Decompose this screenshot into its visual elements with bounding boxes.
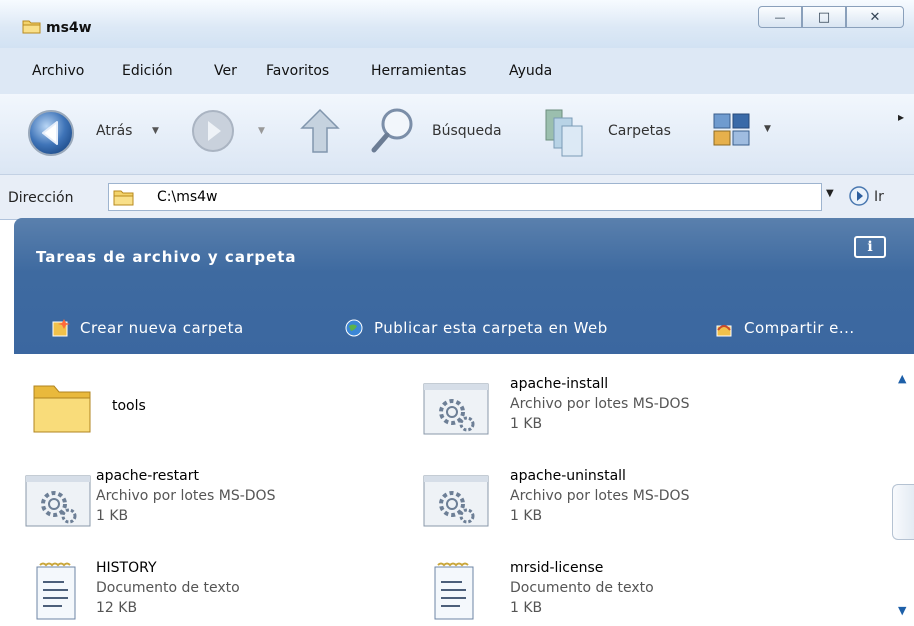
file-name: apache-install	[510, 376, 609, 392]
scroll-down-icon[interactable]: ▼	[898, 604, 906, 617]
views-dropdown-icon: ▼	[764, 124, 771, 134]
address-dropdown-icon[interactable]: ▼	[826, 188, 834, 199]
forward-dropdown-icon[interactable]: ▼	[258, 126, 265, 136]
list-item-mrsid-license[interactable]: mrsid-license Documento de texto 1 KB	[432, 560, 792, 626]
file-type: Documento de texto	[510, 580, 654, 596]
menu-archivo[interactable]: Archivo	[32, 63, 84, 79]
close-icon: ✕	[869, 9, 881, 25]
vertical-scrollbar[interactable]: ▲ ▼	[892, 354, 914, 623]
folder-icon	[22, 17, 42, 39]
new-folder-icon	[52, 319, 70, 337]
task-pane-title: Tareas de archivo y carpeta	[36, 248, 297, 266]
file-size: 1 KB	[510, 508, 543, 524]
globe-icon	[345, 319, 363, 337]
window-controls: — □ ✕	[758, 6, 904, 30]
task-link-new-folder[interactable]: Crear nueva carpeta	[50, 318, 244, 338]
close-button[interactable]: ✕	[846, 6, 904, 28]
back-arrow-icon	[26, 108, 76, 162]
back-dropdown-icon[interactable]: ▼	[152, 126, 159, 136]
views-icon	[712, 112, 752, 154]
folders-label: Carpetas	[608, 123, 671, 139]
scroll-up-icon[interactable]: ▲	[898, 372, 906, 385]
toolbar-overflow-icon[interactable]: ▸	[898, 110, 904, 124]
search-label: Búsqueda	[432, 123, 502, 139]
folder-icon	[30, 374, 94, 442]
file-type: Archivo por lotes MS-DOS	[96, 488, 276, 504]
text-document-icon	[34, 562, 80, 626]
go-label: Ir	[874, 189, 884, 205]
batch-file-icon	[422, 474, 492, 534]
folders-button[interactable]: Carpetas	[540, 106, 690, 160]
file-name: tools	[112, 398, 146, 414]
list-item-apache-install[interactable]: apache-install Archivo por lotes MS-DOS …	[422, 376, 822, 446]
views-button[interactable]: ▼	[712, 112, 782, 152]
maximize-icon: □	[817, 9, 831, 25]
list-item-apache-uninstall[interactable]: apache-uninstall Archivo por lotes MS-DO…	[422, 468, 822, 538]
search-button[interactable]: Búsqueda	[370, 106, 530, 158]
back-button[interactable]: Atrás ▼	[26, 106, 176, 158]
batch-file-icon	[24, 474, 94, 534]
task-link-label: Publicar esta carpeta en Web	[374, 319, 608, 337]
file-type: Archivo por lotes MS-DOS	[510, 396, 690, 412]
file-name: HISTORY	[96, 560, 157, 576]
file-name: mrsid-license	[510, 560, 604, 576]
info-button[interactable]: i	[854, 236, 886, 258]
title-bar[interactable]: ms4w — □ ✕	[0, 0, 914, 48]
file-type: Archivo por lotes MS-DOS	[510, 488, 690, 504]
menu-ver[interactable]: Ver	[214, 63, 237, 79]
back-label: Atrás	[96, 123, 133, 139]
task-pane: Tareas de archivo y carpeta i Crear nuev…	[14, 218, 914, 354]
list-item-history[interactable]: HISTORY Documento de texto 12 KB	[34, 560, 394, 626]
file-size: 1 KB	[510, 416, 543, 432]
maximize-button[interactable]: □	[802, 6, 846, 28]
address-path: C:\ms4w	[157, 189, 218, 205]
menu-favoritos[interactable]: Favoritos	[266, 63, 329, 79]
menu-edicion[interactable]: Edición	[122, 63, 173, 79]
task-link-label: Compartir e...	[744, 319, 855, 337]
share-folder-icon	[716, 325, 732, 337]
go-button[interactable]: Ir	[848, 185, 908, 209]
task-link-publish-web[interactable]: Publicar esta carpeta en Web	[344, 318, 608, 338]
address-label: Dirección	[8, 190, 74, 206]
file-name: apache-uninstall	[510, 468, 626, 484]
file-size: 1 KB	[510, 600, 543, 616]
menu-ayuda[interactable]: Ayuda	[509, 63, 552, 79]
address-input[interactable]: C:\ms4w	[108, 183, 822, 211]
folder-icon	[113, 187, 135, 211]
folders-icon	[540, 106, 590, 162]
task-link-label: Crear nueva carpeta	[80, 319, 244, 337]
minimize-button[interactable]: —	[758, 6, 802, 28]
list-item-apache-restart[interactable]: apache-restart Archivo por lotes MS-DOS …	[24, 468, 404, 538]
task-link-share[interactable]: Compartir e...	[714, 318, 855, 338]
go-arrow-icon	[848, 185, 870, 211]
minimize-icon: —	[774, 10, 786, 24]
up-folder-icon[interactable]	[300, 108, 340, 158]
batch-file-icon	[422, 382, 492, 442]
toolbar: Atrás ▼ ▼ Búsqueda Carpetas ▼ ▸	[0, 94, 914, 174]
search-icon	[370, 106, 416, 158]
forward-button[interactable]: ▼	[190, 108, 265, 156]
file-list: tools apache-install Archivo por lotes M…	[14, 354, 914, 623]
menu-herramientas[interactable]: Herramientas	[371, 63, 466, 79]
list-item-tools[interactable]: tools	[30, 374, 390, 444]
menu-bar: Archivo Edición Ver Favoritos Herramient…	[0, 48, 914, 94]
forward-arrow-icon	[190, 108, 236, 158]
file-size: 12 KB	[96, 600, 138, 616]
info-icon: i	[867, 239, 873, 255]
scroll-thumb[interactable]	[892, 484, 914, 540]
file-type: Documento de texto	[96, 580, 240, 596]
file-size: 1 KB	[96, 508, 129, 524]
text-document-icon	[432, 562, 478, 626]
window-title: ms4w	[46, 20, 92, 36]
file-name: apache-restart	[96, 468, 199, 484]
address-bar: Dirección C:\ms4w ▼ Ir	[0, 174, 914, 220]
